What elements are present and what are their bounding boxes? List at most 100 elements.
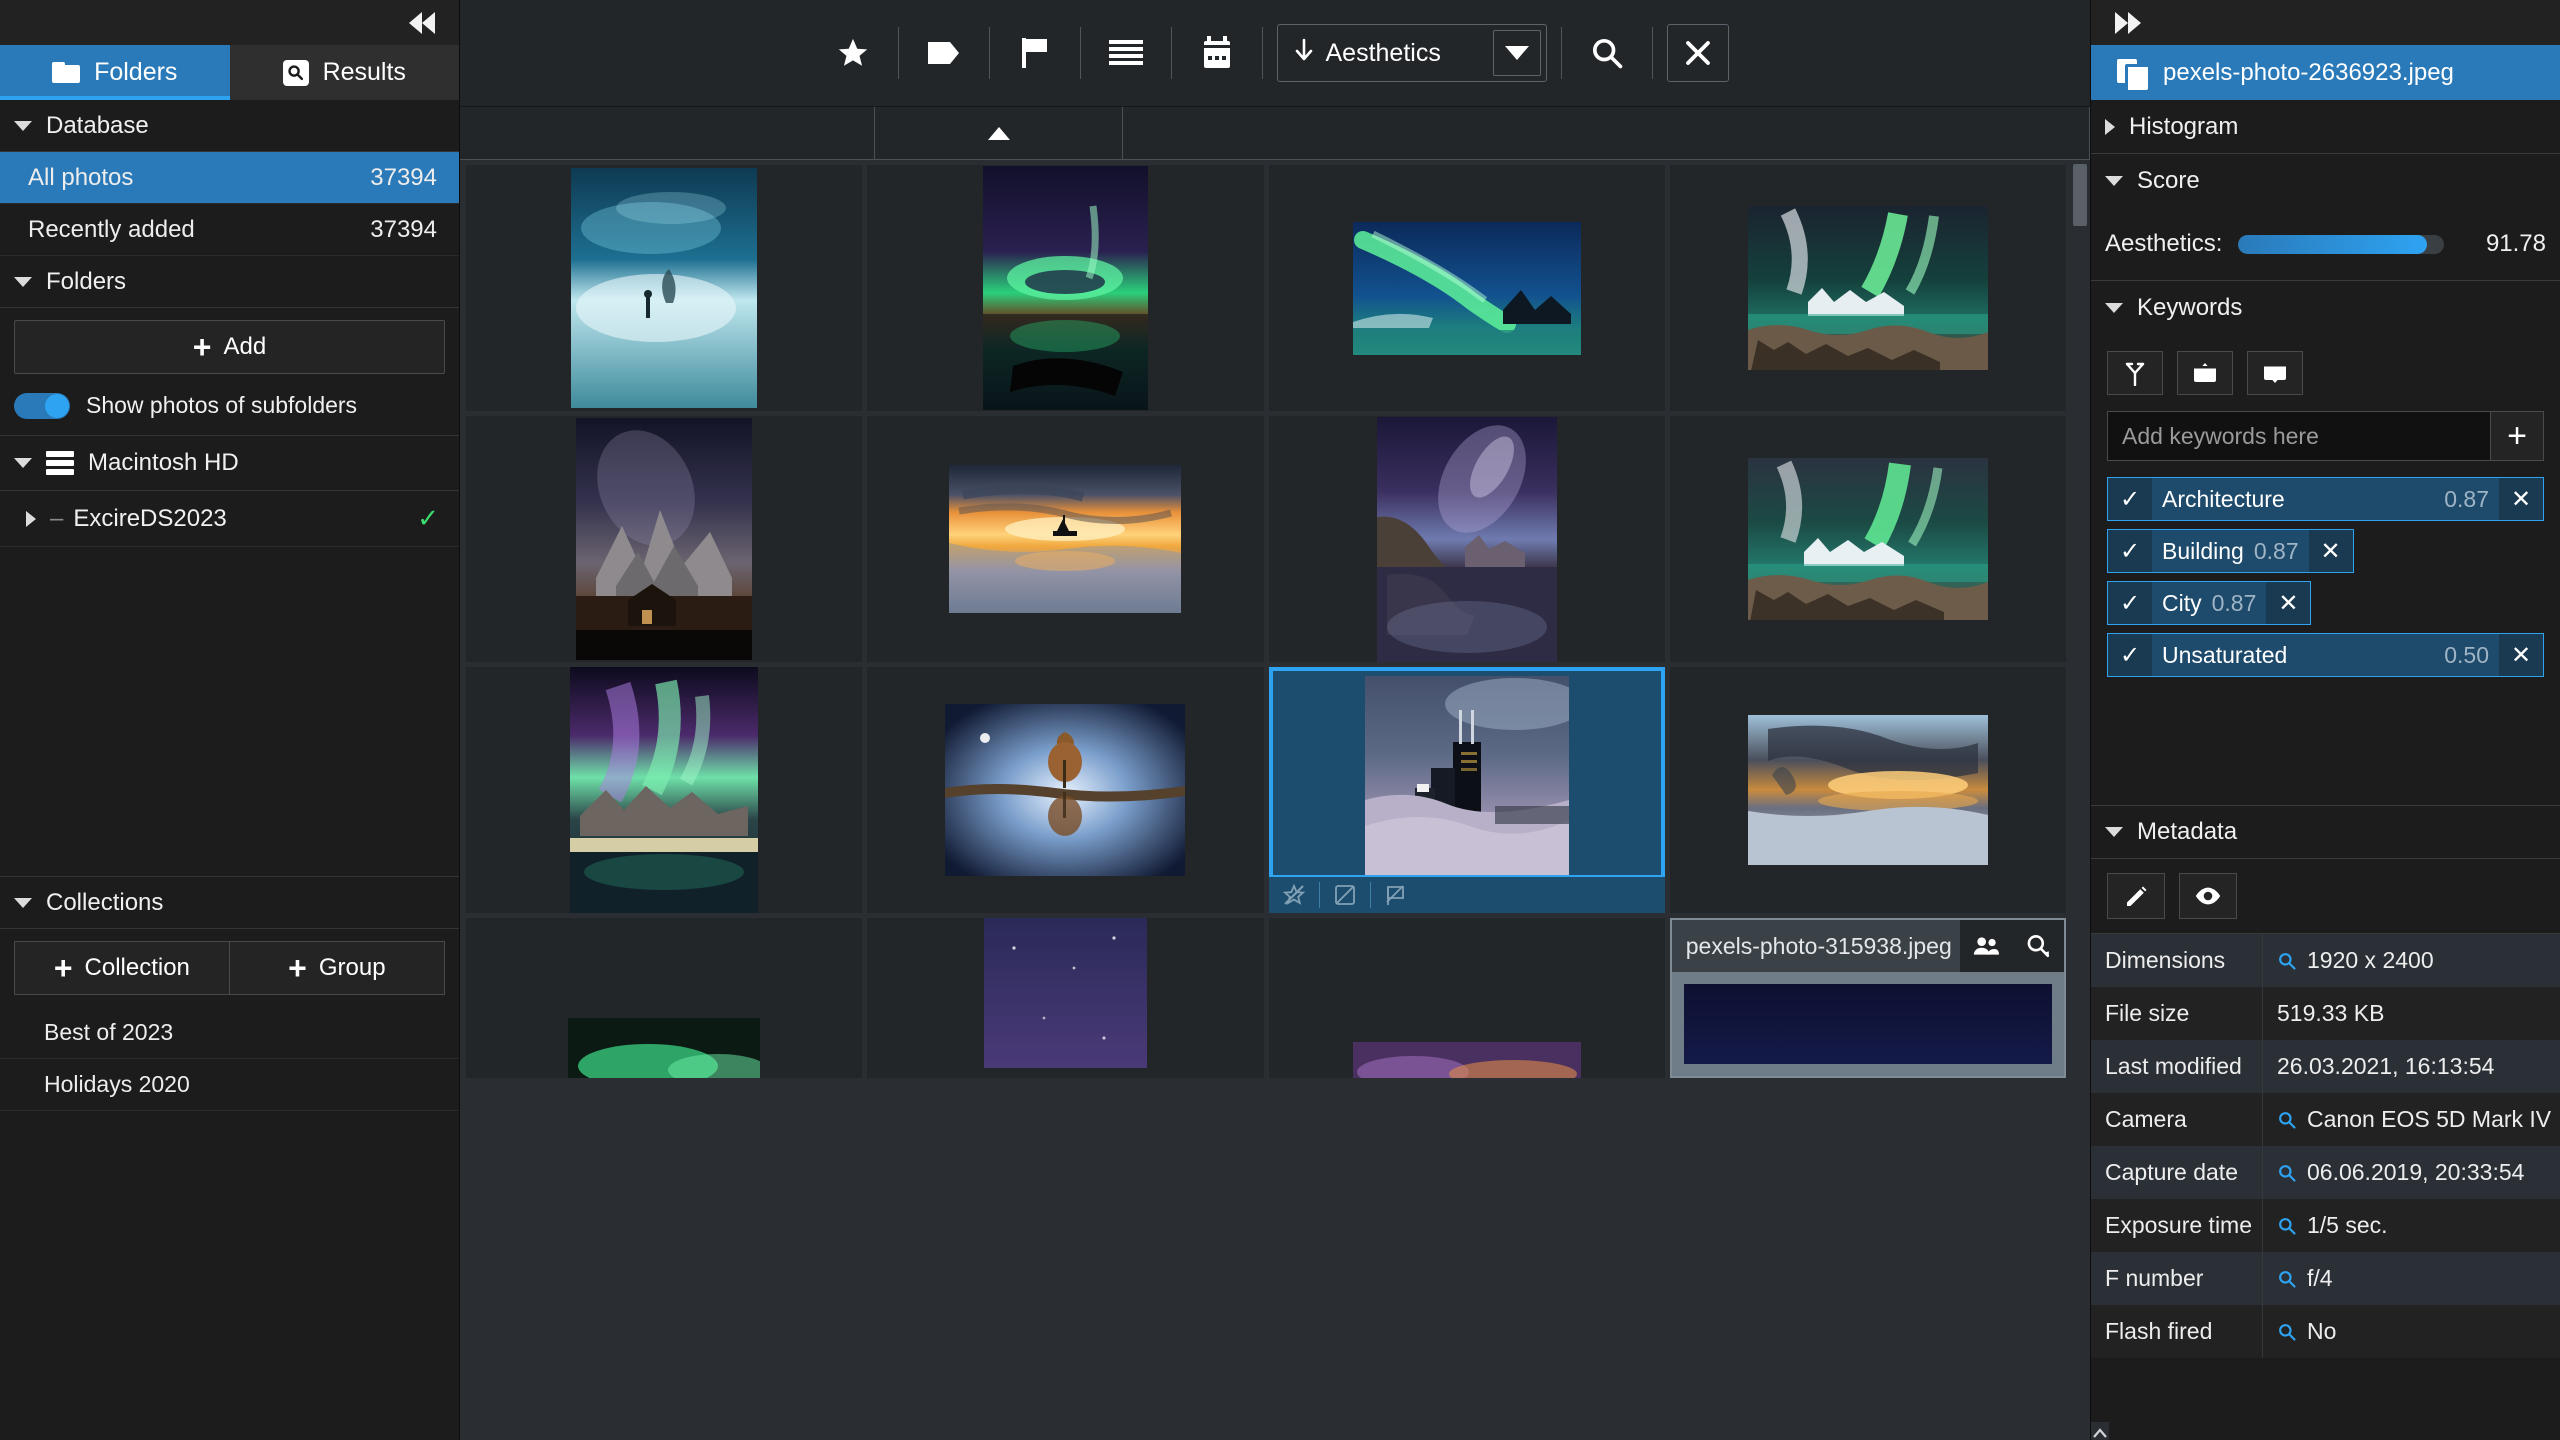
scroll-up-arrow-icon[interactable] xyxy=(2092,1426,2108,1440)
table-row[interactable]: Exposure time 1/5 sec. xyxy=(2091,1199,2560,1252)
tab-folders[interactable]: Folders xyxy=(0,45,230,100)
pencil-icon[interactable] xyxy=(2107,873,2165,919)
column-header-1[interactable] xyxy=(460,107,875,159)
tag-icon[interactable] xyxy=(913,22,975,84)
keyword-chip-list: ✓ Architecture 0.87 ✕ ✓ Building 0.87 ✕ … xyxy=(2091,473,2560,687)
thumbnail-cell[interactable] xyxy=(1669,416,2066,662)
keyword-chip[interactable]: ✓ Unsaturated 0.50 ✕ xyxy=(2107,633,2544,677)
keyword-chip[interactable]: ✓ Architecture 0.87 ✕ xyxy=(2107,477,2544,521)
flag-icon[interactable] xyxy=(1004,22,1066,84)
thumbnail-cell[interactable] xyxy=(1669,667,2066,913)
eye-icon[interactable] xyxy=(2179,873,2237,919)
grid-scrollbar-thumb[interactable] xyxy=(2073,164,2087,226)
magnifier-icon[interactable] xyxy=(2277,1269,2297,1289)
close-icon[interactable]: ✕ xyxy=(2499,478,2543,520)
collection-item-holidays-2020[interactable]: Holidays 2020 xyxy=(0,1059,459,1111)
show-subfolders-toggle[interactable] xyxy=(14,392,70,419)
section-histogram[interactable]: Histogram xyxy=(2091,100,2560,154)
keyword-label: Architecture xyxy=(2162,485,2285,512)
star-icon[interactable] xyxy=(822,22,884,84)
flag-outline-icon[interactable] xyxy=(1371,876,1421,913)
fast-forward-icon[interactable] xyxy=(2115,11,2141,34)
close-icon[interactable]: ✕ xyxy=(2308,530,2353,572)
magnifier-icon[interactable] xyxy=(2277,1216,2297,1236)
tag-outline-icon[interactable] xyxy=(1320,876,1370,913)
tab-results[interactable]: Results xyxy=(229,45,459,100)
merge-icon[interactable] xyxy=(2107,351,2163,395)
center-pane: Aesthetics pexels-photo-315938.jpeg xyxy=(460,0,2090,1440)
table-row[interactable]: Camera Canon EOS 5D Mark IV xyxy=(2091,1093,2560,1146)
tree-item-excireds2023[interactable]: – ExcireDS2023 ✓ xyxy=(0,491,459,547)
selected-file-row[interactable]: pexels-photo-2636923.jpeg xyxy=(2091,45,2560,100)
thumbnail-cell[interactable]: pexels-photo-315938.jpeg xyxy=(1669,918,2066,1078)
check-icon[interactable]: ✓ xyxy=(2108,634,2152,676)
table-row[interactable]: Dimensions 1920 x 2400 xyxy=(2091,934,2560,987)
thumbnail-cell[interactable] xyxy=(466,416,863,662)
magnifier-icon[interactable] xyxy=(2277,1163,2297,1183)
keyword-chip[interactable]: ✓ City 0.87 ✕ xyxy=(2107,581,2312,625)
column-header-2[interactable] xyxy=(875,107,1123,159)
add-keyword-button[interactable]: + xyxy=(2490,411,2544,461)
chevron-up-icon[interactable] xyxy=(987,126,1010,140)
column-header-3[interactable] xyxy=(1123,107,2090,159)
thumbnail-cell[interactable] xyxy=(466,918,863,1078)
thumbnail-cell[interactable] xyxy=(867,416,1264,662)
add-group-button[interactable]: + Group xyxy=(229,941,445,995)
grid-scrollbar[interactable] xyxy=(2070,160,2090,1440)
magnifier-icon[interactable] xyxy=(2277,951,2297,971)
calendar-icon[interactable] xyxy=(1186,22,1248,84)
search-icon[interactable] xyxy=(1576,22,1638,84)
thumbnail-cell-selected[interactable] xyxy=(1268,667,1665,913)
check-icon[interactable]: ✓ xyxy=(2108,478,2152,520)
magnifier-icon[interactable] xyxy=(2277,1322,2297,1342)
chevron-down-icon[interactable] xyxy=(1492,30,1541,76)
thumbnail-cell[interactable] xyxy=(1268,918,1665,1078)
add-collection-button[interactable]: + Collection xyxy=(14,941,230,995)
check-icon[interactable]: ✓ xyxy=(2108,582,2152,624)
import-up-icon[interactable] xyxy=(2177,351,2233,395)
table-row[interactable]: F number f/4 xyxy=(2091,1252,2560,1305)
rewind-icon[interactable] xyxy=(409,11,435,34)
keyword-chip[interactable]: ✓ Building 0.87 ✕ xyxy=(2107,529,2354,573)
thumbnail-cell[interactable] xyxy=(867,667,1264,913)
table-row[interactable]: Capture date 06.06.2019, 20:33:54 xyxy=(2091,1146,2560,1199)
export-down-icon[interactable] xyxy=(2247,351,2303,395)
section-score[interactable]: Score xyxy=(2091,154,2560,208)
sidebar-item-recently-added[interactable]: Recently added 37394 xyxy=(0,204,459,256)
thumbnail-cell[interactable] xyxy=(867,165,1264,411)
magnifier-icon[interactable] xyxy=(2012,920,2064,972)
star-outline-icon[interactable] xyxy=(1269,876,1319,913)
caret-down-icon xyxy=(2105,827,2123,837)
collection-item-best-of-2023[interactable]: Best of 2023 xyxy=(0,1007,459,1059)
thumbnail-cell[interactable] xyxy=(466,165,863,411)
close-icon[interactable]: ✕ xyxy=(2266,582,2311,624)
table-row[interactable]: File size 519.33 KB xyxy=(2091,987,2560,1040)
thumbnail-cell[interactable] xyxy=(1669,165,2066,411)
people-icon[interactable] xyxy=(1960,920,2012,972)
list-icon[interactable] xyxy=(1095,22,1157,84)
caret-right-icon[interactable] xyxy=(26,510,36,527)
section-metadata[interactable]: Metadata xyxy=(2091,805,2560,859)
section-keywords[interactable]: Keywords xyxy=(2091,281,2560,335)
table-row[interactable]: Flash fired No xyxy=(2091,1305,2560,1358)
thumbnail-cell[interactable] xyxy=(466,667,863,913)
section-collections[interactable]: Collections xyxy=(0,877,459,929)
column-header-bar xyxy=(460,107,2090,160)
table-row[interactable]: Last modified 26.03.2021, 16:13:54 xyxy=(2091,1040,2560,1093)
close-icon[interactable] xyxy=(1666,24,1729,82)
sidebar-item-all-photos[interactable]: All photos 37394 xyxy=(0,152,459,204)
thumbnail-cell[interactable] xyxy=(1268,416,1665,662)
check-icon[interactable]: ✓ xyxy=(2108,530,2152,572)
magnifier-icon[interactable] xyxy=(2277,1110,2297,1130)
right-panel-scrollbar[interactable] xyxy=(2091,1422,2109,1440)
keyword-input[interactable] xyxy=(2107,411,2490,461)
sort-select[interactable]: Aesthetics xyxy=(1276,24,1547,82)
thumbnail-cell[interactable] xyxy=(867,918,1264,1078)
caret-down-icon xyxy=(14,120,32,131)
close-icon[interactable]: ✕ xyxy=(2499,634,2543,676)
drive-macintosh-hd[interactable]: Macintosh HD xyxy=(0,435,459,491)
add-folder-button[interactable]: + Add xyxy=(14,320,445,374)
thumbnail-cell[interactable] xyxy=(1268,165,1665,411)
section-database[interactable]: Database xyxy=(0,100,459,152)
section-folders[interactable]: Folders xyxy=(0,256,459,308)
